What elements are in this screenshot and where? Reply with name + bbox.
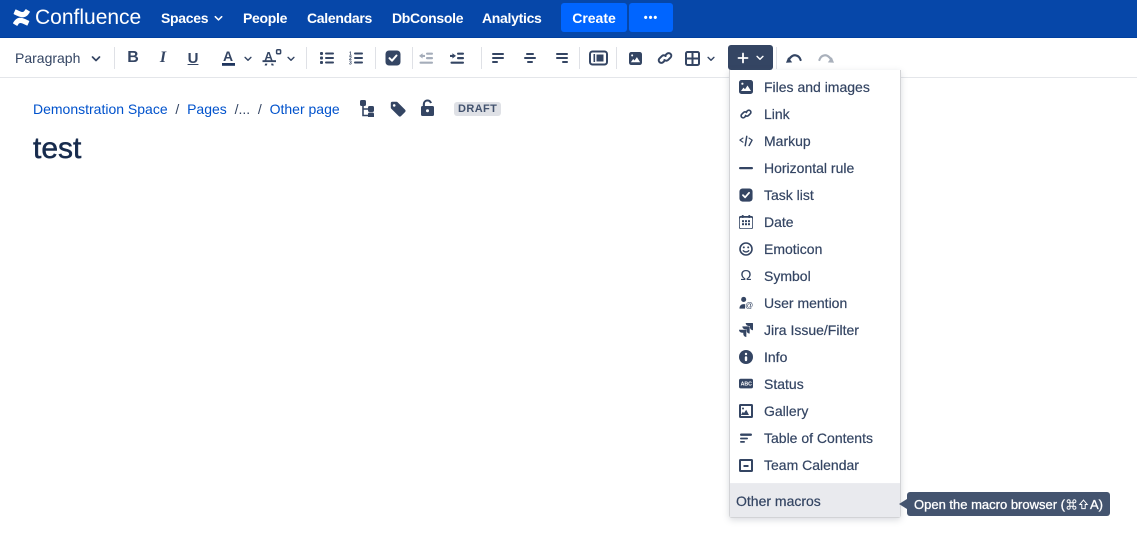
- svg-text:ABC: ABC: [741, 382, 753, 388]
- svg-text:@: @: [745, 301, 753, 310]
- svg-text:A: A: [223, 49, 233, 64]
- svg-text:3: 3: [349, 61, 352, 66]
